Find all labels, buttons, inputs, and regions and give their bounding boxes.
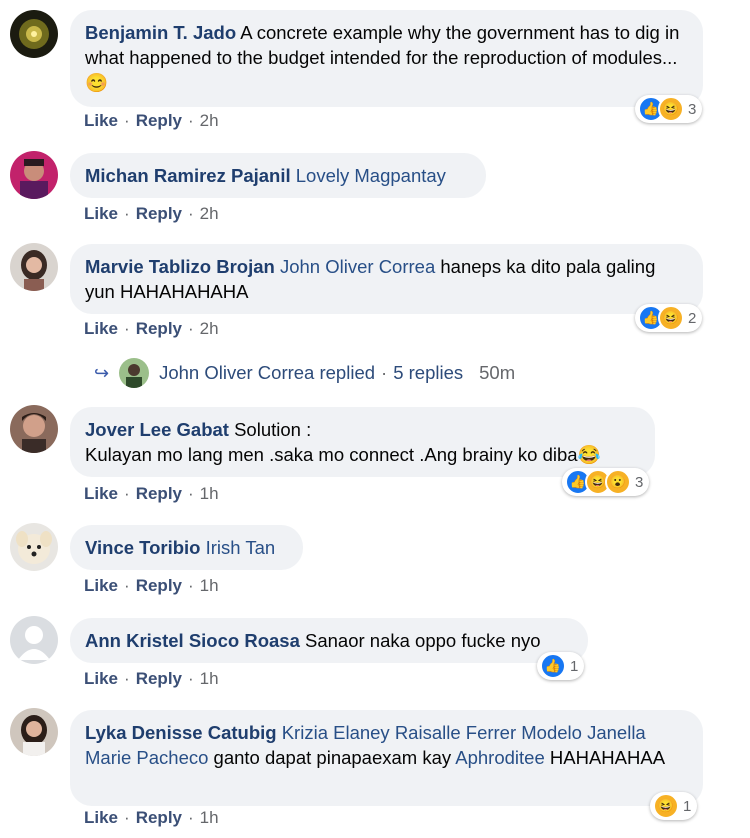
timestamp[interactable]: 1h — [200, 808, 219, 827]
comment-actions: Like · Reply · 2h — [84, 319, 219, 339]
reaction-count: 3 — [688, 100, 697, 118]
separator: · — [124, 204, 130, 223]
separator: · — [188, 808, 194, 827]
view-replies-link[interactable]: ↪ John Oliver Correa replied · 5 replies 5… — [94, 358, 515, 388]
comment-bubble: Lyka Denisse Catubig Krizia Elaney Raisa… — [70, 710, 703, 806]
separator: · — [188, 111, 194, 130]
comment-actions: Like · Reply · 2h — [84, 111, 219, 131]
avatar[interactable] — [10, 708, 58, 756]
timestamp[interactable]: 2h — [200, 319, 219, 338]
reply-button[interactable]: Reply — [136, 808, 182, 827]
timestamp[interactable]: 2h — [200, 204, 219, 223]
comment-author[interactable]: Jover Lee Gabat — [85, 419, 229, 440]
avatar[interactable] — [10, 243, 58, 291]
wow-reaction-icon: 😮 — [605, 469, 631, 495]
avatar[interactable] — [10, 523, 58, 571]
separator: · — [188, 319, 194, 338]
separator: · — [124, 111, 130, 130]
comment-bubble: Ann Kristel Sioco Roasa Sanaor naka oppo… — [70, 618, 588, 663]
like-button[interactable]: Like — [84, 576, 118, 595]
separator: · — [124, 576, 130, 595]
tagged-user[interactable]: Lovely Magpantay — [296, 165, 446, 186]
reaction-summary[interactable]: 👍 1 — [537, 652, 585, 680]
avatar[interactable] — [10, 10, 58, 58]
separator: · — [188, 576, 194, 595]
comment-actions: Like · Reply · 1h — [84, 576, 219, 596]
like-button[interactable]: Like — [84, 808, 118, 827]
reply-button[interactable]: Reply — [136, 576, 182, 595]
emoji: 😊 — [85, 72, 109, 93]
comment-actions: Like · Reply · 1h — [84, 484, 219, 504]
comment-bubble: Jover Lee Gabat Solution : Kulayan mo la… — [70, 407, 655, 477]
separator: · — [124, 484, 130, 503]
comment-text: Sanaor naka oppo fucke nyo — [305, 630, 541, 651]
tagged-user[interactable]: John Oliver Correa — [280, 256, 435, 277]
separator: · — [124, 669, 130, 688]
avatar — [119, 358, 150, 388]
separator: · — [188, 204, 194, 223]
avatar[interactable] — [10, 616, 58, 664]
reaction-count: 3 — [635, 473, 644, 491]
reply-button[interactable]: Reply — [136, 204, 182, 223]
avatar[interactable] — [10, 405, 58, 453]
reaction-count: 2 — [688, 309, 697, 327]
tagged-user[interactable]: Irish Tan — [206, 537, 276, 558]
reaction-summary[interactable]: 👍 😆 😮 3 — [562, 468, 650, 496]
comment-text: Kulayan mo lang men .saka mo connect .An… — [85, 444, 578, 465]
comment-text: ganto dapat pinapaexam kay — [213, 747, 452, 768]
haha-reaction-icon: 😆 — [658, 305, 684, 331]
separator: · — [124, 808, 130, 827]
separator: · — [188, 484, 194, 503]
timestamp[interactable]: 2h — [200, 111, 219, 130]
comment-bubble: Marvie Tablizo Brojan John Oliver Correa… — [70, 244, 703, 314]
separator: · — [124, 319, 130, 338]
like-button[interactable]: Like — [84, 204, 118, 223]
comment-text: Solution : — [234, 419, 312, 440]
like-button[interactable]: Like — [84, 669, 118, 688]
reply-button[interactable]: Reply — [136, 319, 182, 338]
replies-count[interactable]: 5 replies — [393, 362, 463, 384]
comment-bubble: Vince Toribio Irish Tan — [70, 525, 303, 570]
reply-button[interactable]: Reply — [136, 484, 182, 503]
avatar[interactable] — [10, 151, 58, 199]
comment-author[interactable]: Benjamin T. Jado — [85, 22, 236, 43]
like-button[interactable]: Like — [84, 111, 118, 130]
comment-author[interactable]: Ann Kristel Sioco Roasa — [85, 630, 300, 651]
separator: · — [381, 362, 388, 383]
comment-actions: Like · Reply · 2h — [84, 204, 219, 224]
replies-author[interactable]: John Oliver Correa replied — [159, 362, 375, 384]
comment-bubble: Benjamin T. Jado A concrete example why … — [70, 10, 703, 107]
comment-author[interactable]: Vince Toribio — [85, 537, 200, 558]
reply-button[interactable]: Reply — [136, 111, 182, 130]
reaction-summary[interactable]: 👍 😆 2 — [635, 304, 703, 332]
like-button[interactable]: Like — [84, 484, 118, 503]
comment-author[interactable]: Marvie Tablizo Brojan — [85, 256, 275, 277]
reply-button[interactable]: Reply — [136, 669, 182, 688]
comment-text: HAHAHAHAA — [549, 747, 666, 768]
separator: · — [188, 669, 194, 688]
comment-author[interactable]: Lyka Denisse Catubig — [85, 722, 277, 743]
reply-arrow-icon: ↪ — [94, 362, 110, 383]
comment-author[interactable]: Michan Ramirez Pajanil — [85, 165, 291, 186]
timestamp: 50m — [479, 362, 516, 383]
like-button[interactable]: Like — [84, 319, 118, 338]
comment-actions: Like · Reply · 1h — [84, 669, 219, 689]
haha-reaction-icon: 😆 — [653, 793, 679, 819]
timestamp[interactable]: 1h — [200, 576, 219, 595]
reaction-summary[interactable]: 😆 1 — [650, 792, 698, 820]
tagged-user[interactable]: Aphroditee — [455, 747, 544, 768]
haha-reaction-icon: 😆 — [658, 96, 684, 122]
reaction-summary[interactable]: 👍 😆 3 — [635, 95, 703, 123]
reaction-count: 1 — [683, 797, 692, 815]
comment-actions: Like · Reply · 1h — [84, 808, 219, 828]
comment-bubble: Michan Ramirez Pajanil Lovely Magpantay — [70, 153, 486, 198]
emoji: 😂 — [577, 444, 601, 465]
timestamp[interactable]: 1h — [200, 669, 219, 688]
timestamp[interactable]: 1h — [200, 484, 219, 503]
like-reaction-icon: 👍 — [540, 653, 566, 679]
reaction-count: 1 — [570, 657, 579, 675]
